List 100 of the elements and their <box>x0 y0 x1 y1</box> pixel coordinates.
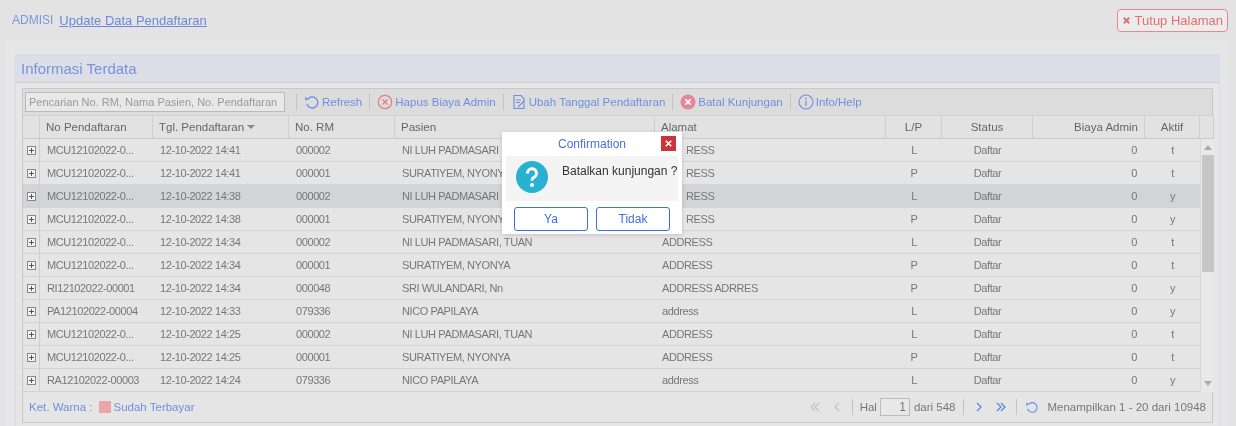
refresh-icon <box>1025 400 1040 414</box>
table-cell: 0 <box>1033 346 1145 369</box>
expand-icon[interactable] <box>26 306 36 316</box>
table-cell: ADDRESS ADRRES <box>655 277 886 300</box>
expand-icon[interactable] <box>26 352 36 362</box>
table-cell: Daftar <box>942 369 1033 392</box>
table-cell: 12-10-2022 14:24 <box>153 369 289 392</box>
table-cell: ADDRESS <box>655 323 886 346</box>
table-cell: address <box>655 300 886 323</box>
page-label: Hal <box>859 401 877 413</box>
question-icon <box>516 161 548 193</box>
table-cell: L <box>886 300 942 323</box>
expand-icon[interactable] <box>26 145 36 155</box>
toolbar-button[interactable]: Refresh <box>302 94 365 110</box>
column-header[interactable]: Alamat <box>655 115 886 139</box>
expand-icon[interactable] <box>26 237 36 247</box>
table-cell: Daftar <box>942 300 1033 323</box>
table-cell: P <box>886 277 942 300</box>
scroll-thumb[interactable] <box>1201 155 1214 272</box>
close-button[interactable] <box>661 136 676 151</box>
table-cell: L <box>886 369 942 392</box>
column-header[interactable]: L/P <box>886 115 942 139</box>
search-field[interactable]: Pencarian No. RM, Nama Pasien, No. Pendaftaran <box>25 92 285 112</box>
table-cell: MCU12102022-0... <box>40 254 153 277</box>
table-cell: NICO PAPILAYA <box>395 300 655 323</box>
table-cell: t <box>1145 231 1200 254</box>
table-cell: ADDRESS <box>655 254 886 277</box>
table-cell: address <box>655 369 886 392</box>
table-cell: PA12102022-00004 <box>40 300 153 323</box>
column-header[interactable]: Biaya Admin <box>1033 115 1145 139</box>
table-cell: 12-10-2022 14:33 <box>153 300 289 323</box>
column-header[interactable]: Status <box>942 115 1033 139</box>
page-title-link[interactable]: Update Data Pendaftaran <box>59 12 1117 28</box>
table-cell: 12-10-2022 14:38 <box>153 185 289 208</box>
expand-icon[interactable] <box>26 260 36 270</box>
table-cell: 0 <box>1033 208 1145 231</box>
table-cell: MCU12102022-0... <box>40 346 153 369</box>
table-cell: 0 <box>1033 300 1145 323</box>
panel-title: Informasi Terdata <box>21 60 137 77</box>
column-header[interactable]: Tgl. Pendaftaran <box>153 115 289 139</box>
column-header[interactable]: Aktif <box>1145 115 1200 139</box>
table-cell: MCU12102022-0... <box>40 208 153 231</box>
document-edit-icon <box>510 94 527 110</box>
refresh-icon <box>304 94 320 110</box>
table-cell: 12-10-2022 14:34 <box>153 254 289 277</box>
table-cell: 000002 <box>289 185 395 208</box>
table-cell: y <box>1145 300 1200 323</box>
table-cell: NICO PAPILAYA <box>395 369 655 392</box>
table-cell: 0 <box>1033 277 1145 300</box>
table-cell: 000001 <box>289 254 395 277</box>
column-header[interactable]: No Pendaftaran <box>40 115 153 139</box>
table-cell: Daftar <box>942 254 1033 277</box>
expand-icon[interactable] <box>26 191 36 201</box>
legend-text: Sudah Terbayar <box>113 401 196 413</box>
table-cell: t <box>1145 346 1200 369</box>
toolbar-button[interactable]: Hapus Biaya Admin <box>375 94 498 110</box>
table-cell: L <box>886 323 942 346</box>
table-cell: RA12102022-00003 <box>40 369 153 392</box>
table-cell: P <box>886 208 942 231</box>
remove-circle-icon <box>377 94 394 110</box>
table-cell: Daftar <box>942 231 1033 254</box>
table-cell: SURATIYEM, NYONYA <box>395 254 655 277</box>
page-field[interactable]: 1 <box>879 398 910 416</box>
dialog-title: Confirmation <box>558 137 626 151</box>
table-cell: 000048 <box>289 277 395 300</box>
table-cell: t <box>1145 254 1200 277</box>
paging-summary: Menampilkan 1 - 20 dari 10948 <box>1047 401 1206 413</box>
table-cell: Daftar <box>942 277 1033 300</box>
dialog-button[interactable]: Tidak <box>596 207 670 231</box>
toolbar-button[interactable]: Batal Kunjungan <box>678 94 785 110</box>
expand-icon[interactable] <box>26 329 36 339</box>
close-page-button[interactable]: Tutup Halaman <box>1116 8 1228 32</box>
table-cell: 0 <box>1033 369 1145 392</box>
table-cell: MCU12102022-0... <box>40 323 153 346</box>
column-header[interactable]: No. RM <box>289 115 395 139</box>
toolbar-button[interactable]: Ubah Tanggal Pendaftaran <box>508 94 668 110</box>
table-cell: L <box>886 185 942 208</box>
dialog-button[interactable]: Ya <box>514 207 588 231</box>
expand-icon[interactable] <box>26 283 36 293</box>
expand-icon[interactable] <box>26 168 36 178</box>
table-cell: 000002 <box>289 231 395 254</box>
table-cell: 079336 <box>289 300 395 323</box>
table-cell: 12-10-2022 14:38 <box>153 208 289 231</box>
table-cell: Daftar <box>942 185 1033 208</box>
table-cell: MCU12102022-0... <box>40 139 153 162</box>
table-cell: 0 <box>1033 254 1145 277</box>
table-cell: 0 <box>1033 323 1145 346</box>
table-cell: 12-10-2022 14:41 <box>153 139 289 162</box>
expand-icon[interactable] <box>26 214 36 224</box>
table-cell: Daftar <box>942 208 1033 231</box>
table-cell: 000001 <box>289 346 395 369</box>
table-cell: y <box>1145 277 1200 300</box>
table-cell: Daftar <box>942 139 1033 162</box>
table-cell: 000002 <box>289 139 395 162</box>
page-count: dari 548 <box>913 401 956 413</box>
table-cell: SRI WULANDARI, Nn <box>395 277 655 300</box>
toolbar-button[interactable]: Info/Help <box>795 94 864 110</box>
table-cell: ADDRESS <box>655 346 886 369</box>
expand-icon[interactable] <box>26 375 36 385</box>
table-cell: 079336 <box>289 369 395 392</box>
